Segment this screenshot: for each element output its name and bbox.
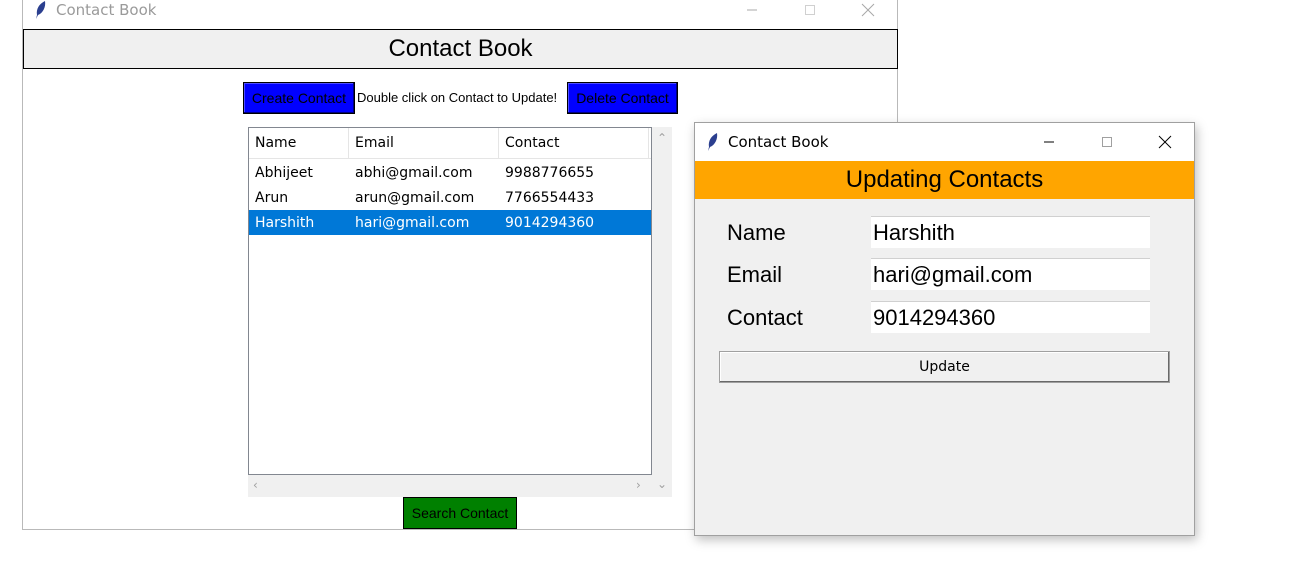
feather-icon	[705, 133, 721, 151]
table-row[interactable]: Arun arun@gmail.com 7766554433	[249, 185, 651, 210]
contact-label: Contact	[727, 305, 803, 330]
main-titlebar[interactable]: Contact Book	[23, 0, 897, 20]
main-window-title: Contact Book	[56, 1, 157, 19]
cell-contact: 7766554433	[505, 189, 595, 206]
update-window: Contact Book Updating Contacts Name Emai…	[694, 122, 1195, 536]
table-row[interactable]: Abhijeet abhi@gmail.com 9988776655	[249, 160, 651, 185]
create-contact-button[interactable]: Create Contact	[243, 82, 355, 114]
cell-name: Abhijeet	[255, 164, 313, 181]
email-label: Email	[727, 262, 783, 287]
email-input[interactable]	[871, 258, 1150, 290]
vertical-scrollbar[interactable]: ⌃ ⌄	[652, 127, 672, 497]
cell-email: arun@gmail.com	[355, 189, 475, 206]
cell-name: Arun	[255, 189, 289, 206]
minimize-icon	[747, 9, 757, 11]
app-header: Contact Book	[23, 29, 898, 69]
maximize-button[interactable]	[781, 0, 839, 20]
search-contact-button[interactable]: Search Contact	[403, 497, 517, 529]
maximize-icon	[805, 5, 815, 15]
minimize-button[interactable]	[1020, 123, 1078, 161]
update-window-title: Contact Book	[728, 133, 829, 151]
close-button[interactable]	[1136, 123, 1194, 161]
table-header: Name Email Contact	[249, 128, 651, 159]
maximize-button[interactable]	[1078, 123, 1136, 161]
update-titlebar[interactable]: Contact Book	[695, 123, 1194, 161]
update-button[interactable]: Update	[719, 351, 1170, 383]
contacts-table[interactable]: Name Email Contact Abhijeet abhi@gmail.c…	[248, 127, 652, 475]
contact-input[interactable]	[871, 301, 1150, 333]
column-header-email[interactable]: Email	[349, 128, 499, 158]
scroll-left-icon[interactable]: ‹	[253, 478, 258, 492]
close-button[interactable]	[839, 0, 897, 20]
minimize-icon	[1044, 141, 1054, 143]
scroll-down-icon[interactable]: ⌄	[657, 477, 667, 491]
minimize-button[interactable]	[723, 0, 781, 20]
delete-contact-button[interactable]: Delete Contact	[567, 82, 678, 114]
cell-contact: 9014294360	[505, 214, 595, 231]
table-row-selected[interactable]: Harshith hari@gmail.com 9014294360	[249, 210, 651, 235]
scroll-up-icon[interactable]: ⌃	[657, 131, 667, 145]
column-header-name[interactable]: Name	[249, 128, 349, 158]
close-icon	[1158, 135, 1172, 149]
column-header-contact[interactable]: Contact	[499, 128, 649, 158]
scroll-right-icon[interactable]: ›	[636, 478, 641, 492]
cell-email: hari@gmail.com	[355, 214, 470, 231]
horizontal-scrollbar[interactable]: ‹ ›	[248, 475, 652, 497]
name-input[interactable]	[871, 216, 1150, 248]
update-header: Updating Contacts	[695, 161, 1194, 199]
maximize-icon	[1102, 137, 1112, 147]
name-label: Name	[727, 220, 786, 245]
close-icon	[861, 3, 875, 17]
feather-icon	[33, 1, 49, 19]
update-hint: Double click on Contact to Update!	[357, 90, 558, 105]
cell-email: abhi@gmail.com	[355, 164, 473, 181]
cell-contact: 9988776655	[505, 164, 595, 181]
cell-name: Harshith	[255, 214, 315, 231]
